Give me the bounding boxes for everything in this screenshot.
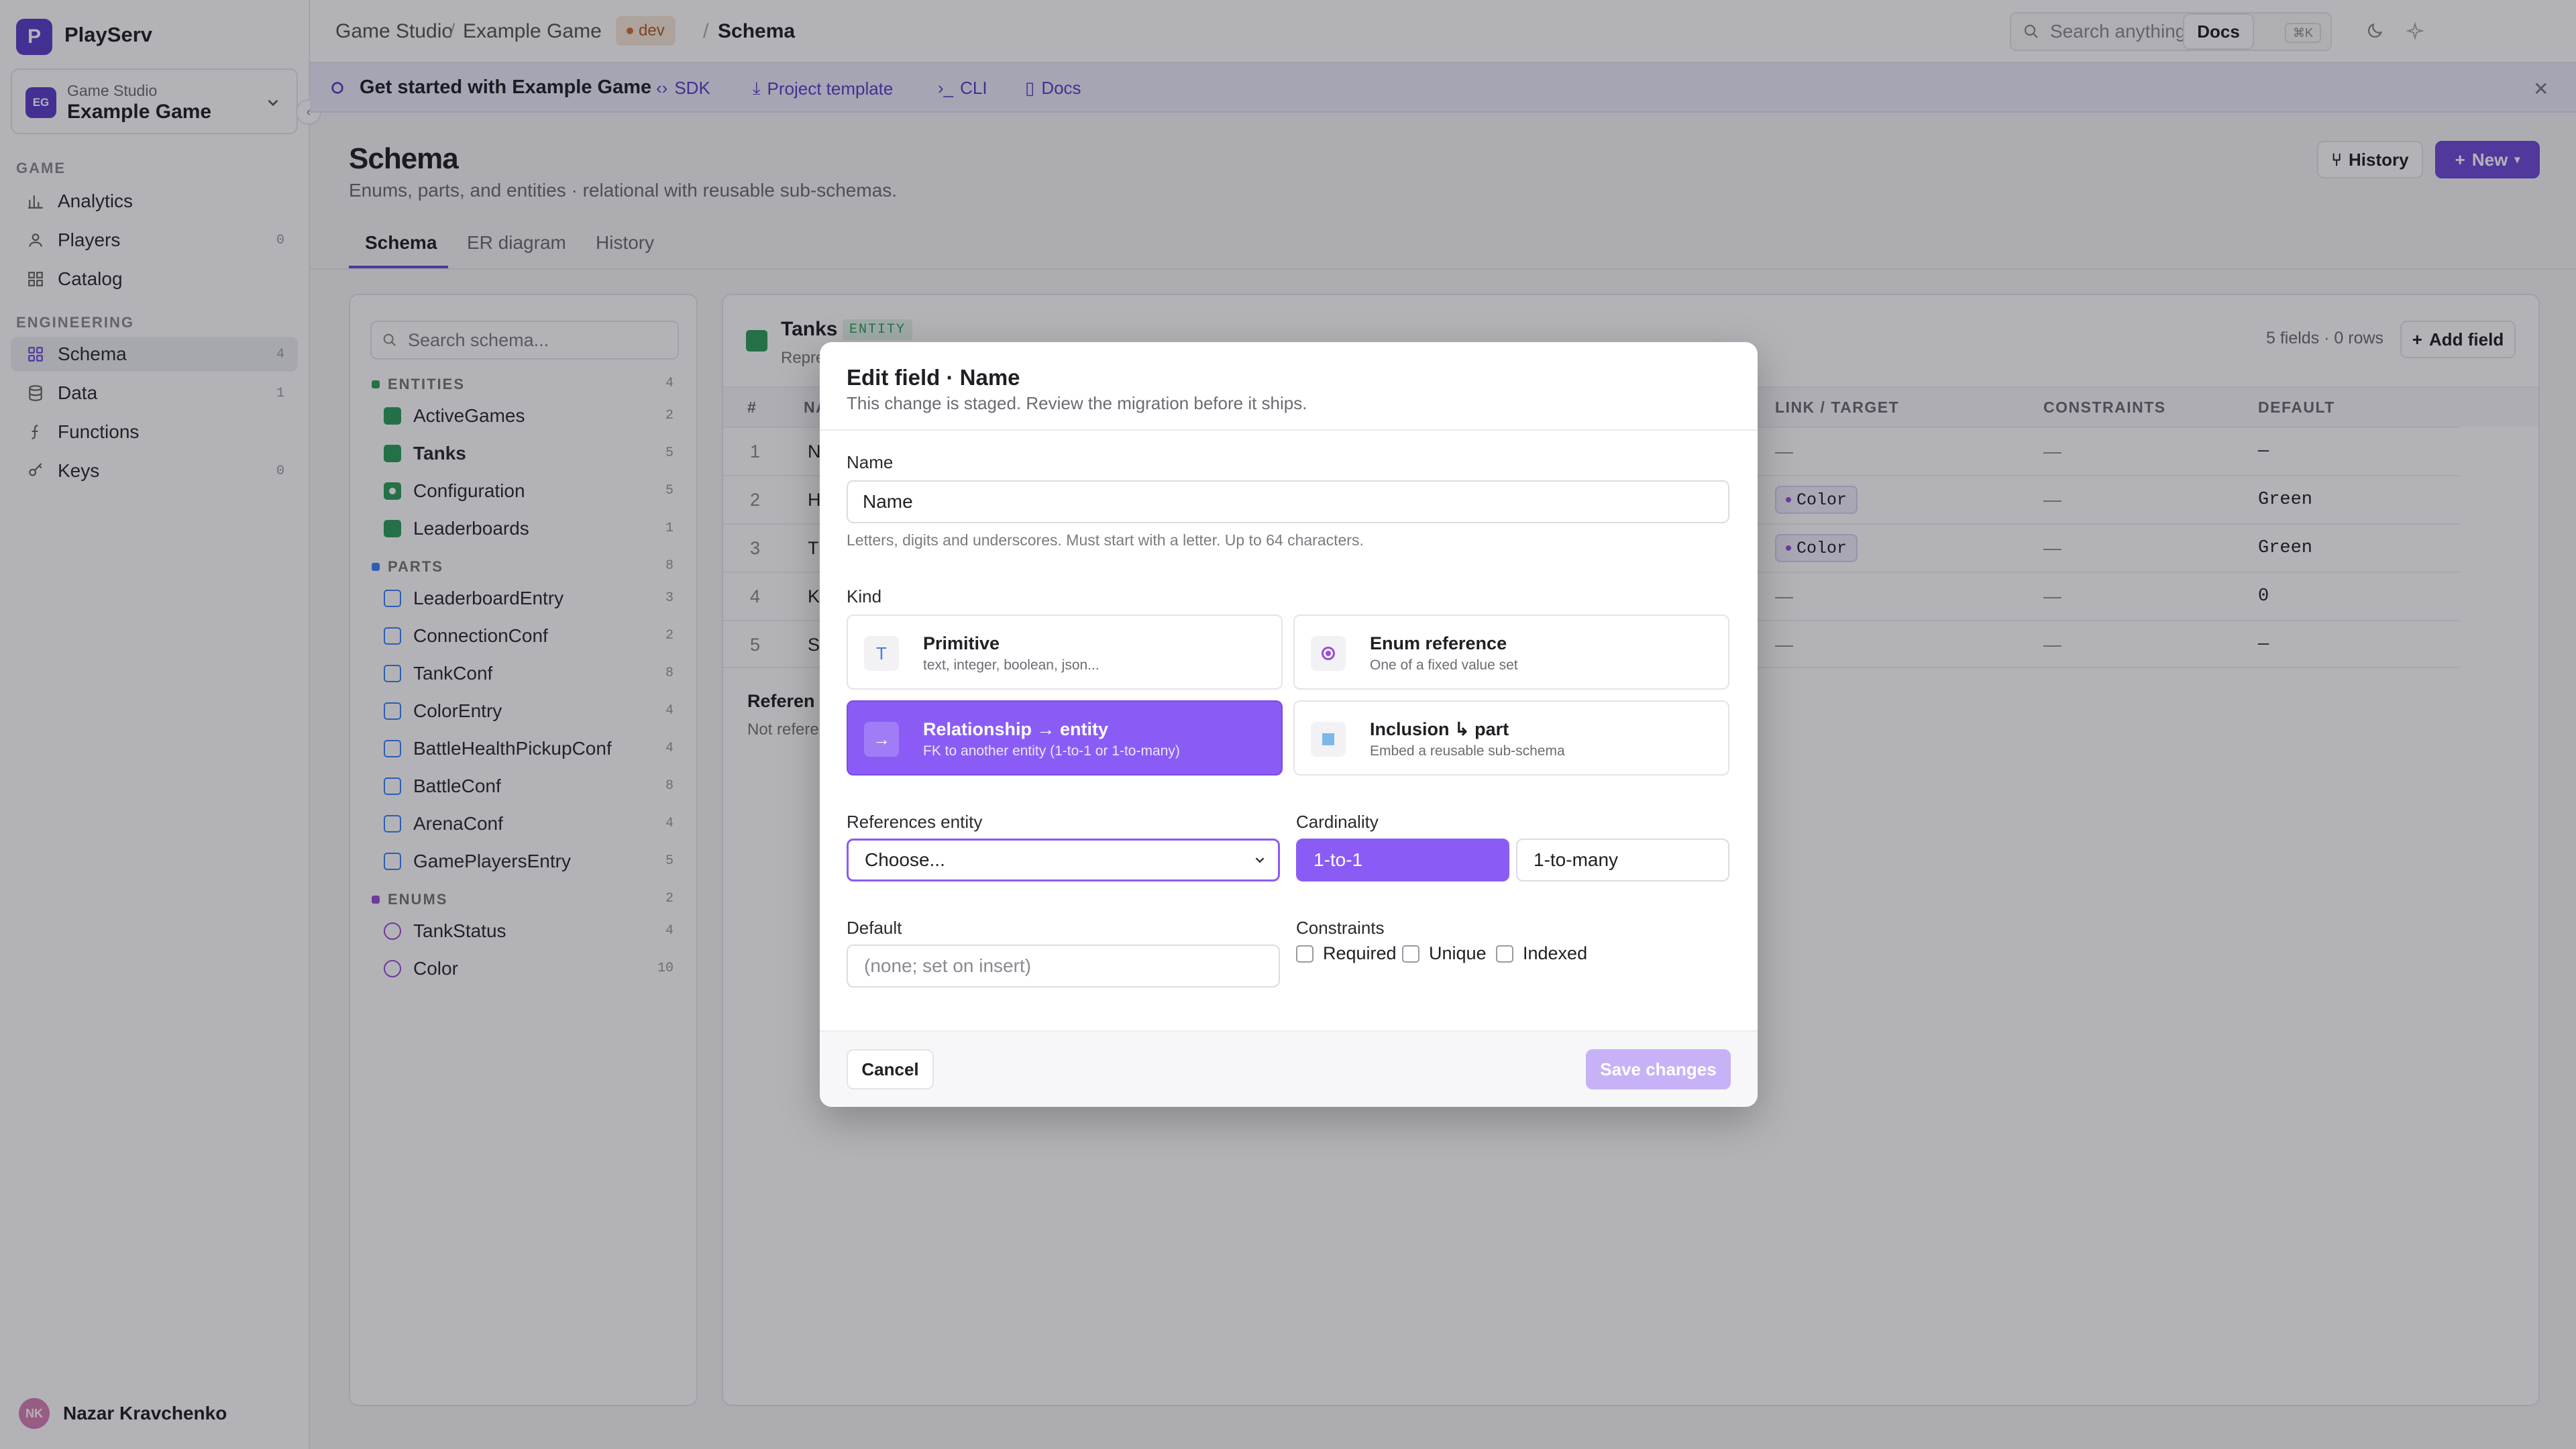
kind-desc: FK to another entity (1-to-1 or 1-to-man… [923, 743, 1180, 759]
kind-desc: text, integer, boolean, json... [923, 657, 1099, 673]
option-label: 1-to-1 [1313, 849, 1363, 870]
radio-icon [1311, 636, 1346, 671]
name-value: Name [863, 491, 913, 512]
name-field[interactable]: Name [847, 480, 1729, 523]
constraint-unique[interactable]: Unique [1402, 943, 1487, 964]
kind-label: Kind [847, 586, 882, 606]
checkbox[interactable] [1296, 945, 1313, 963]
cardinality-label: Cardinality [1296, 812, 1379, 832]
text-type-icon: T [864, 636, 899, 671]
references-entity-select[interactable]: Choose... [847, 839, 1280, 881]
kind-option-enum[interactable]: Enum reference One of a fixed value set [1293, 614, 1729, 690]
cardinality-1-to-1[interactable]: 1-to-1 [1296, 839, 1509, 881]
constraint-required[interactable]: Required [1296, 943, 1397, 964]
checkbox-label: Required [1323, 943, 1397, 963]
checkbox[interactable] [1496, 945, 1513, 963]
kind-option-relationship[interactable]: → Relationship → entity FK to another en… [847, 700, 1283, 775]
kind-title: Relationship → entity [923, 719, 1109, 739]
select-value: Choose... [865, 849, 945, 870]
references-entity-label: References entity [847, 812, 983, 832]
constraints-label: Constraints [1296, 918, 1385, 938]
cardinality-1-to-many[interactable]: 1-to-many [1516, 839, 1729, 881]
arrow-right-icon: → [864, 722, 899, 757]
chevron-down-icon [1252, 853, 1267, 867]
kind-title: Inclusion ↳ part [1370, 719, 1509, 739]
default-input[interactable]: (none; set on insert) [847, 945, 1280, 987]
constraint-indexed[interactable]: Indexed [1496, 943, 1587, 964]
default-placeholder: (none; set on insert) [864, 955, 1032, 976]
option-label: 1-to-many [1534, 849, 1619, 870]
square-icon [1311, 722, 1346, 757]
divider [820, 429, 1758, 431]
checkbox[interactable] [1402, 945, 1419, 963]
checkbox-label: Unique [1429, 943, 1487, 963]
dialog-title: Edit field · Name [847, 365, 1020, 390]
save-changes-button[interactable]: Save changes [1586, 1049, 1731, 1089]
kind-desc: One of a fixed value set [1370, 657, 1518, 673]
kind-option-primitive[interactable]: T Primitive text, integer, boolean, json… [847, 614, 1283, 690]
cancel-button[interactable]: Cancel [847, 1049, 934, 1089]
name-hint: Letters, digits and underscores. Must st… [847, 531, 1364, 549]
kind-title: Primitive [923, 633, 1000, 653]
kind-option-inclusion[interactable]: Inclusion ↳ part Embed a reusable sub-sc… [1293, 700, 1729, 775]
name-label: Name [847, 452, 894, 472]
dialog-subtitle: This change is staged. Review the migrat… [847, 393, 1307, 413]
kind-title: Enum reference [1370, 633, 1507, 653]
default-label: Default [847, 918, 902, 938]
kind-desc: Embed a reusable sub-schema [1370, 743, 1565, 759]
checkbox-label: Indexed [1523, 943, 1588, 963]
edit-field-dialog: Edit field · Name This change is staged.… [820, 342, 1758, 1107]
dialog-footer: Cancel Save changes [820, 1030, 1758, 1107]
